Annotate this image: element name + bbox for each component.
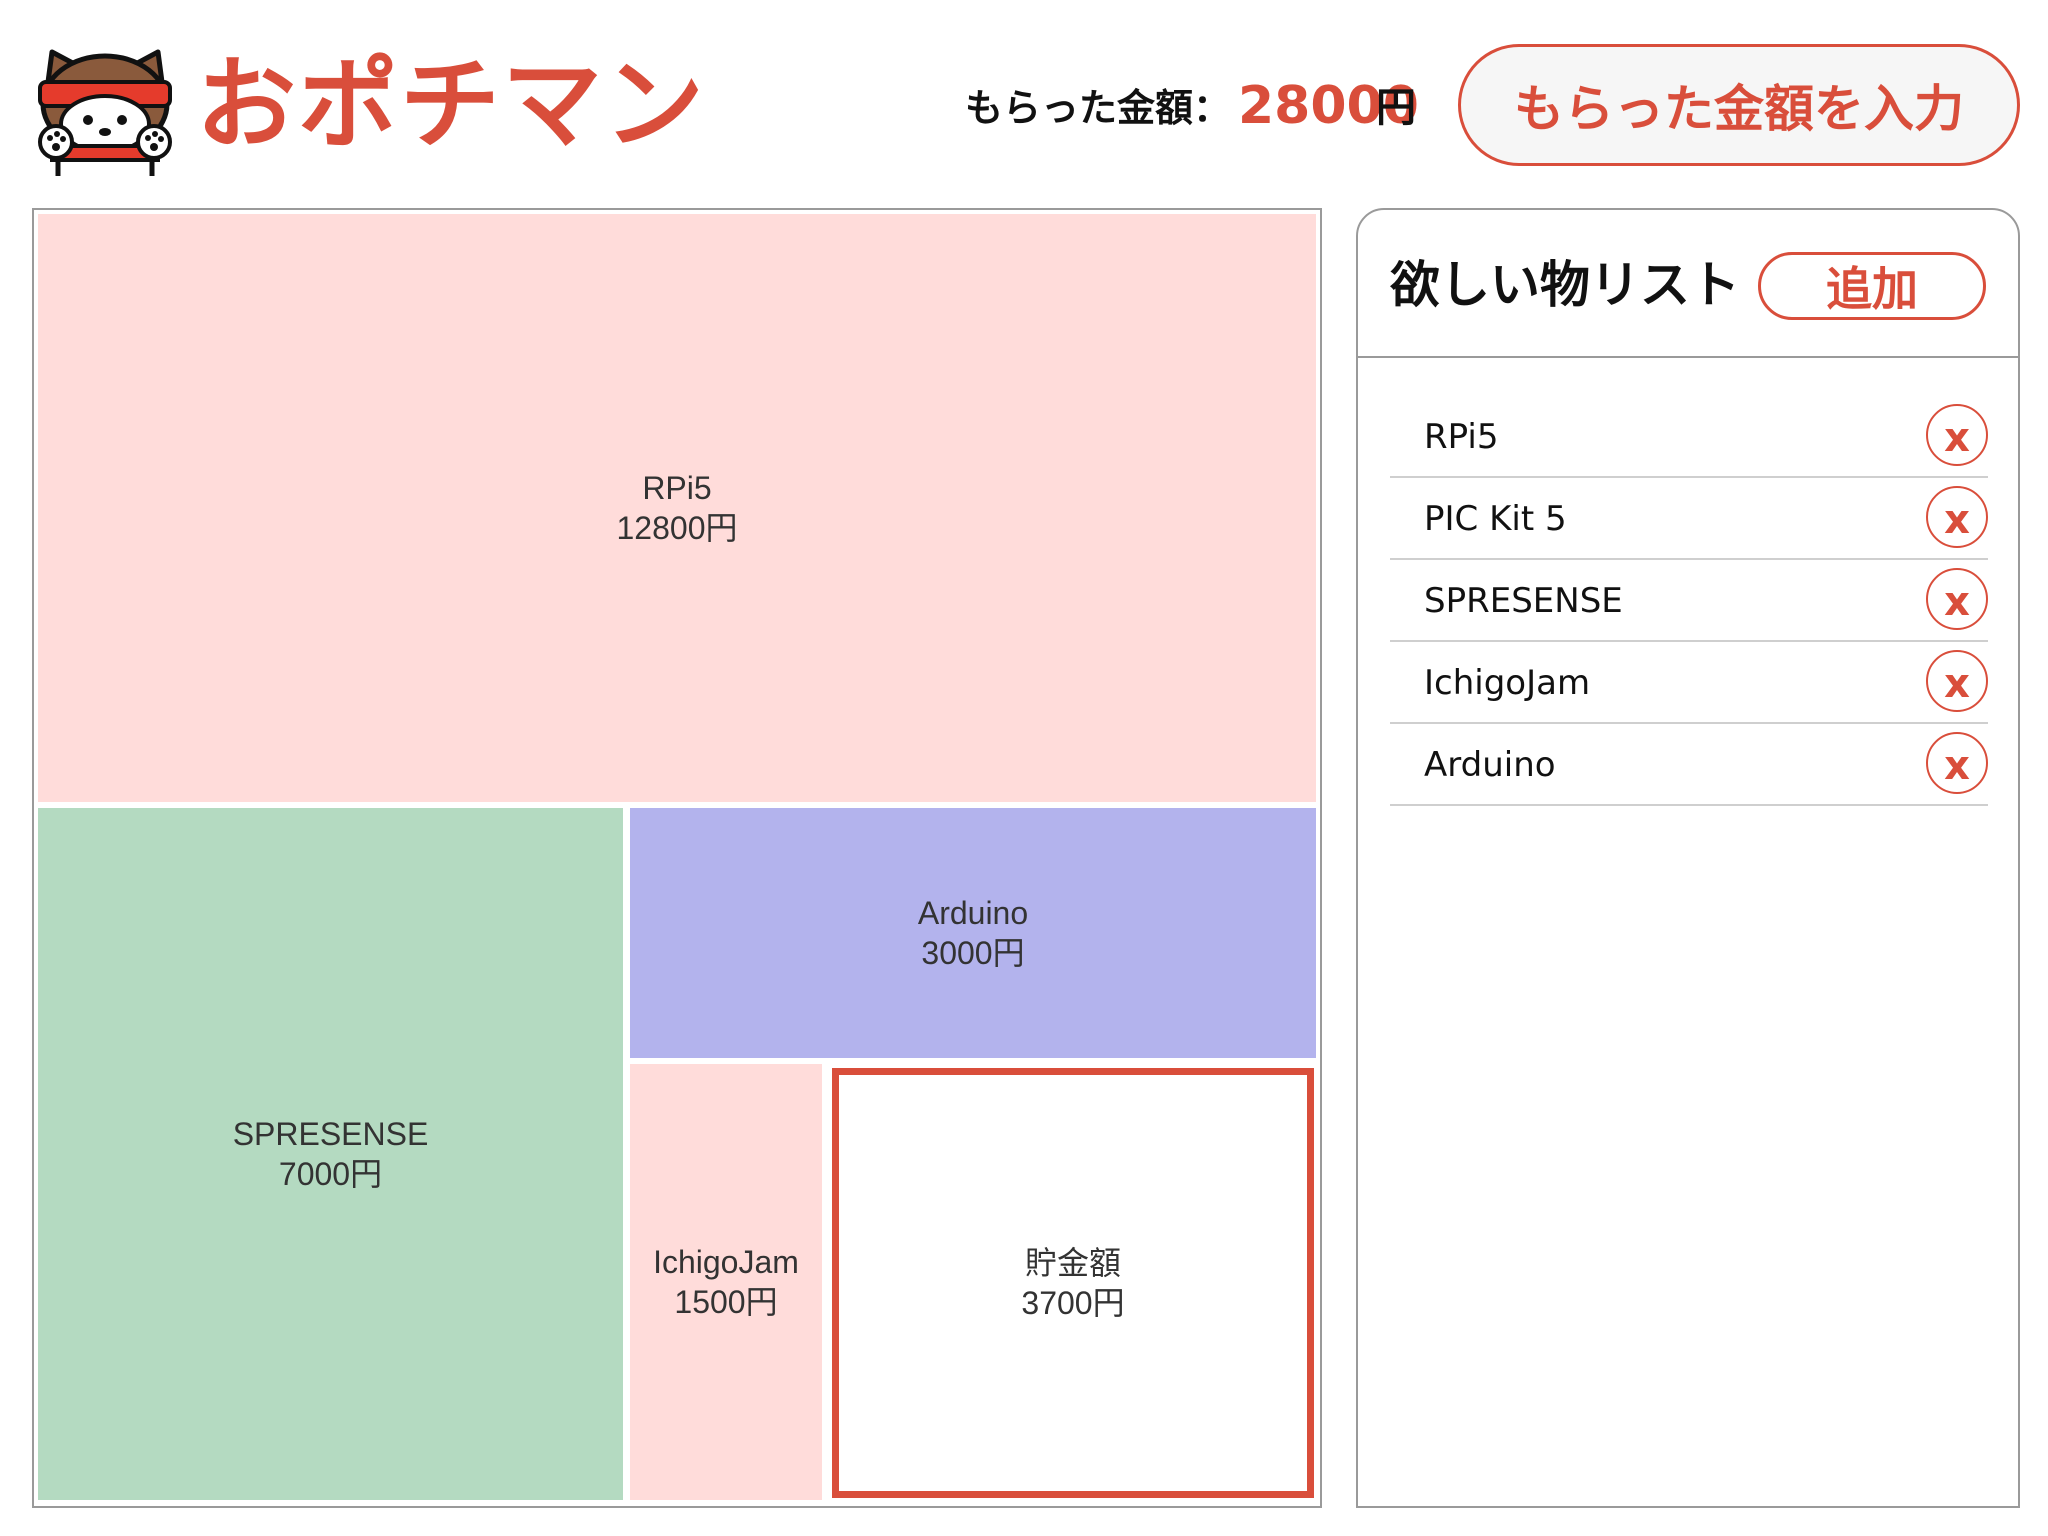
enter-amount-button[interactable]: もらった金額を入力 xyxy=(1458,44,2020,166)
treemap-cell-value: 12800円 xyxy=(616,510,738,546)
treemap-cell-value: 3700円 xyxy=(1021,1285,1125,1321)
treemap-cell-name: SPRESENSE xyxy=(232,1116,429,1152)
treemap-cell-value: 1500円 xyxy=(674,1284,778,1320)
list-item: Arduino x xyxy=(1390,724,1988,806)
list-item: PIC Kit 5 x xyxy=(1390,478,1988,560)
list-item: IchigoJam x xyxy=(1390,642,1988,724)
add-item-button[interactable]: 追加 xyxy=(1758,252,1986,320)
wishlist-header: 欲しい物リスト 追加 xyxy=(1358,210,2018,358)
received-amount-unit: 円 xyxy=(1376,85,1416,131)
list-item-label: IchigoJam xyxy=(1424,663,1591,703)
received-amount-label: もらった金額： xyxy=(965,86,1232,130)
treemap-cell-spresense[interactable]: SPRESENSE 7000円 xyxy=(38,808,623,1500)
treemap-cell-ichigojam[interactable]: IchigoJam 1500円 xyxy=(630,1064,822,1500)
treemap-cell-arduino[interactable]: Arduino 3000円 xyxy=(630,808,1316,1058)
list-item-label: PIC Kit 5 xyxy=(1424,499,1567,539)
treemap-cell-name: 貯金額 xyxy=(1024,1245,1121,1281)
budget-treemap: RPi5 12800円 SPRESENSE 7000円 Arduino 3000… xyxy=(32,208,1322,1508)
list-item-label: SPRESENSE xyxy=(1424,581,1623,621)
treemap-cell-rpi5[interactable]: RPi5 12800円 xyxy=(38,214,1316,802)
treemap-cell-name: Arduino xyxy=(917,895,1029,931)
app-title: おポチマン xyxy=(196,46,706,163)
delete-button[interactable]: x xyxy=(1926,568,1988,630)
wishlist-panel: 欲しい物リスト 追加 RPi5 x PIC Kit 5 x SPRESENSE … xyxy=(1356,208,2020,1508)
treemap-cell-savings[interactable]: 貯金額 3700円 xyxy=(832,1068,1314,1498)
shiba-dog-mascot-icon xyxy=(30,46,180,178)
treemap-cell-name: RPi5 xyxy=(642,470,712,506)
list-item: RPi5 x xyxy=(1390,396,1988,478)
delete-button[interactable]: x xyxy=(1926,732,1988,794)
treemap-cell-name: IchigoJam xyxy=(653,1244,799,1280)
delete-button[interactable]: x xyxy=(1926,404,1988,466)
list-item-label: RPi5 xyxy=(1424,417,1499,457)
delete-button[interactable]: x xyxy=(1926,486,1988,548)
wishlist-title: 欲しい物リスト xyxy=(1390,256,1740,314)
treemap-cell-value: 3000円 xyxy=(921,935,1025,971)
delete-button[interactable]: x xyxy=(1926,650,1988,712)
treemap-cell-value: 7000円 xyxy=(278,1156,383,1192)
wishlist-items: RPi5 x PIC Kit 5 x SPRESENSE x IchigoJam… xyxy=(1390,396,1988,806)
list-item-label: Arduino xyxy=(1424,745,1556,785)
list-item: SPRESENSE x xyxy=(1390,560,1988,642)
